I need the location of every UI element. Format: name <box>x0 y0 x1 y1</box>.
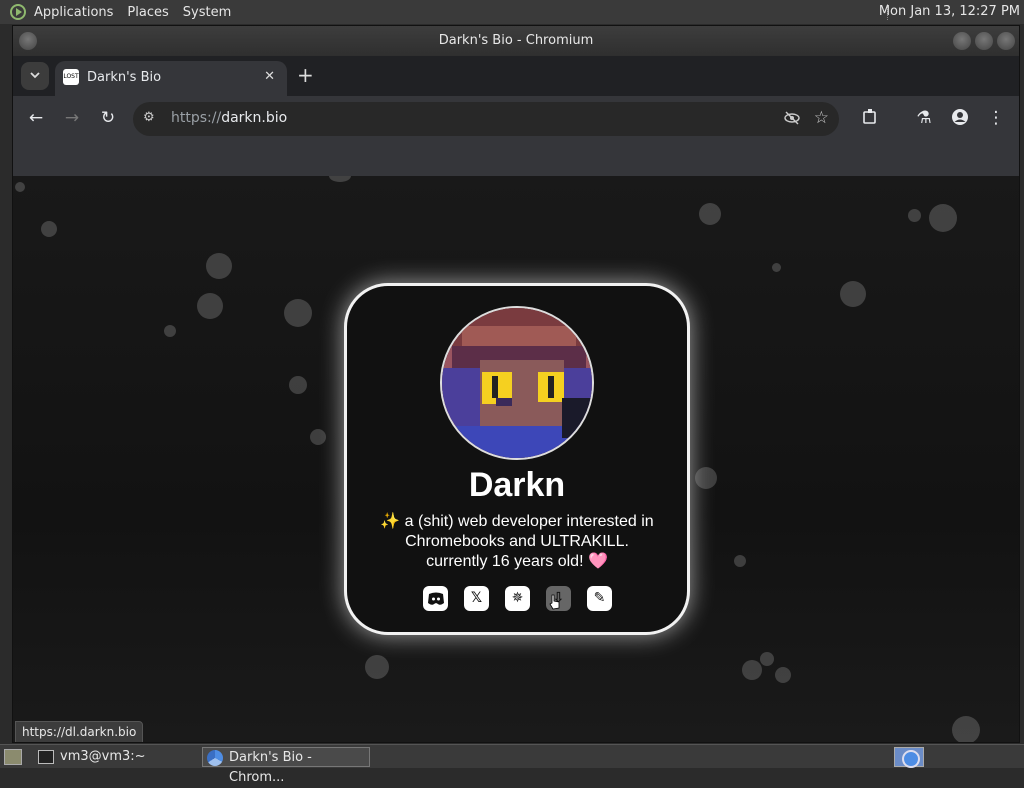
pixel-art-avatar-icon <box>442 308 592 458</box>
bg-bubble <box>164 325 176 337</box>
bg-bubble <box>289 376 307 394</box>
window-titlebar[interactable]: Darkn's Bio - Chromium <box>13 26 1019 56</box>
bg-bubble <box>734 555 746 567</box>
taskbar-item-label: vm3@vm3:~ <box>60 749 146 764</box>
bio-line: ✨ a (shit) web developer interested in <box>380 513 654 530</box>
discord-icon[interactable] <box>423 586 448 611</box>
bio-line: Chromebooks and ULTRAKILL. <box>405 533 629 550</box>
workspace-switcher[interactable] <box>894 747 924 768</box>
terminal-icon <box>38 750 54 764</box>
window-title: Darkn's Bio - Chromium <box>438 33 594 48</box>
hand-cursor-icon <box>549 594 560 610</box>
avatar <box>440 306 594 460</box>
bg-bubble <box>206 253 232 279</box>
browser-window: Darkn's Bio - Chromium LOST Darkn's Bio … <box>12 25 1020 743</box>
bg-bubble <box>772 263 781 272</box>
profile-icon[interactable] <box>949 108 971 131</box>
bio-line: currently 16 years old! 🩷 <box>426 553 608 570</box>
bg-bubble <box>365 655 389 679</box>
social-links: 𝕏 ✵ ⇩ ✎ <box>423 586 613 612</box>
bg-bubble <box>41 221 57 237</box>
close-window-icon[interactable] <box>997 32 1015 50</box>
back-icon[interactable]: ← <box>25 108 47 128</box>
distro-logo-icon[interactable] <box>10 4 26 20</box>
show-desktop-icon[interactable] <box>4 749 22 765</box>
bg-bubble <box>284 299 312 327</box>
url-scheme: https:// <box>171 110 222 126</box>
favicon: LOST <box>63 69 79 85</box>
menu-places[interactable]: Places <box>127 5 168 20</box>
new-tab-button[interactable]: + <box>297 65 314 85</box>
url-host: darkn.bio <box>221 110 288 126</box>
menu-system[interactable]: System <box>183 5 231 20</box>
bg-bubble <box>760 652 774 666</box>
labs-flask-icon[interactable]: ⚗ <box>913 108 935 128</box>
top-panel: Applications Places System Mon Jan 13, 1… <box>0 0 1024 24</box>
url-text[interactable]: https://darkn.bio <box>171 110 287 126</box>
bg-bubble <box>840 281 866 307</box>
x-icon[interactable]: 𝕏 <box>464 586 489 611</box>
bg-bubble <box>329 176 351 182</box>
chevron-down-icon <box>30 72 40 79</box>
menu-applications[interactable]: Applications <box>34 5 113 20</box>
bg-bubble <box>775 667 791 683</box>
eye-off-icon[interactable] <box>783 109 801 131</box>
tab-strip: LOST Darkn's Bio ✕ + <box>13 56 1019 96</box>
profile-name: Darkn <box>468 466 566 504</box>
bg-bubble <box>310 429 326 445</box>
minimize-icon[interactable] <box>953 32 971 50</box>
taskbar-item-chromium[interactable]: Darkn's Bio - Chrom... <box>202 747 370 785</box>
site-info-icon[interactable]: ⚙ <box>143 110 155 125</box>
close-tab-icon[interactable]: ✕ <box>264 69 275 84</box>
bg-bubble <box>699 203 721 225</box>
profile-bio: ✨ a (shit) web developer interested in C… <box>357 512 677 572</box>
page-content: Darkn ✨ a (shit) web developer intereste… <box>13 176 1019 742</box>
reload-icon[interactable]: ↻ <box>97 108 119 128</box>
extensions-icon[interactable] <box>859 108 881 131</box>
bookmark-star-icon[interactable]: ☆ <box>814 108 829 128</box>
bg-bubble <box>929 204 957 232</box>
clock[interactable]: Mon Jan 13, 12:27 PM <box>879 4 1020 19</box>
bookmarks-bar <box>13 142 1019 176</box>
status-url-tooltip: https://dl.darkn.bio <box>15 721 144 742</box>
forward-icon[interactable]: → <box>61 108 83 128</box>
toolbar: ← → ↻ ⚙ https://darkn.bio ☆ ⚗ ⋮ <box>13 96 1019 142</box>
address-bar[interactable]: ⚙ https://darkn.bio ☆ <box>133 102 839 136</box>
bg-bubble <box>742 660 762 680</box>
bg-bubble <box>952 716 980 742</box>
maximize-icon[interactable] <box>975 32 993 50</box>
chromium-icon <box>207 750 223 766</box>
bg-bubble <box>197 293 223 319</box>
bg-bubble <box>908 209 921 222</box>
profile-card: Darkn ✨ a (shit) web developer intereste… <box>344 283 690 635</box>
tab-search-button[interactable] <box>21 62 49 90</box>
edit-icon[interactable]: ✎ <box>587 586 612 611</box>
tab-title: Darkn's Bio <box>87 70 162 85</box>
taskbar-item-terminal[interactable]: vm3@vm3:~ <box>34 747 198 767</box>
compass-icon[interactable]: ✵ <box>505 586 530 611</box>
window-menu-icon[interactable] <box>19 32 37 50</box>
tab-darkns-bio[interactable]: LOST Darkn's Bio ✕ <box>55 61 287 96</box>
bg-bubble <box>15 182 25 192</box>
bg-bubble <box>695 467 717 489</box>
taskbar: vm3@vm3:~ Darkn's Bio - Chrom... <box>0 744 1024 785</box>
more-menu-icon[interactable]: ⋮ <box>985 108 1007 128</box>
